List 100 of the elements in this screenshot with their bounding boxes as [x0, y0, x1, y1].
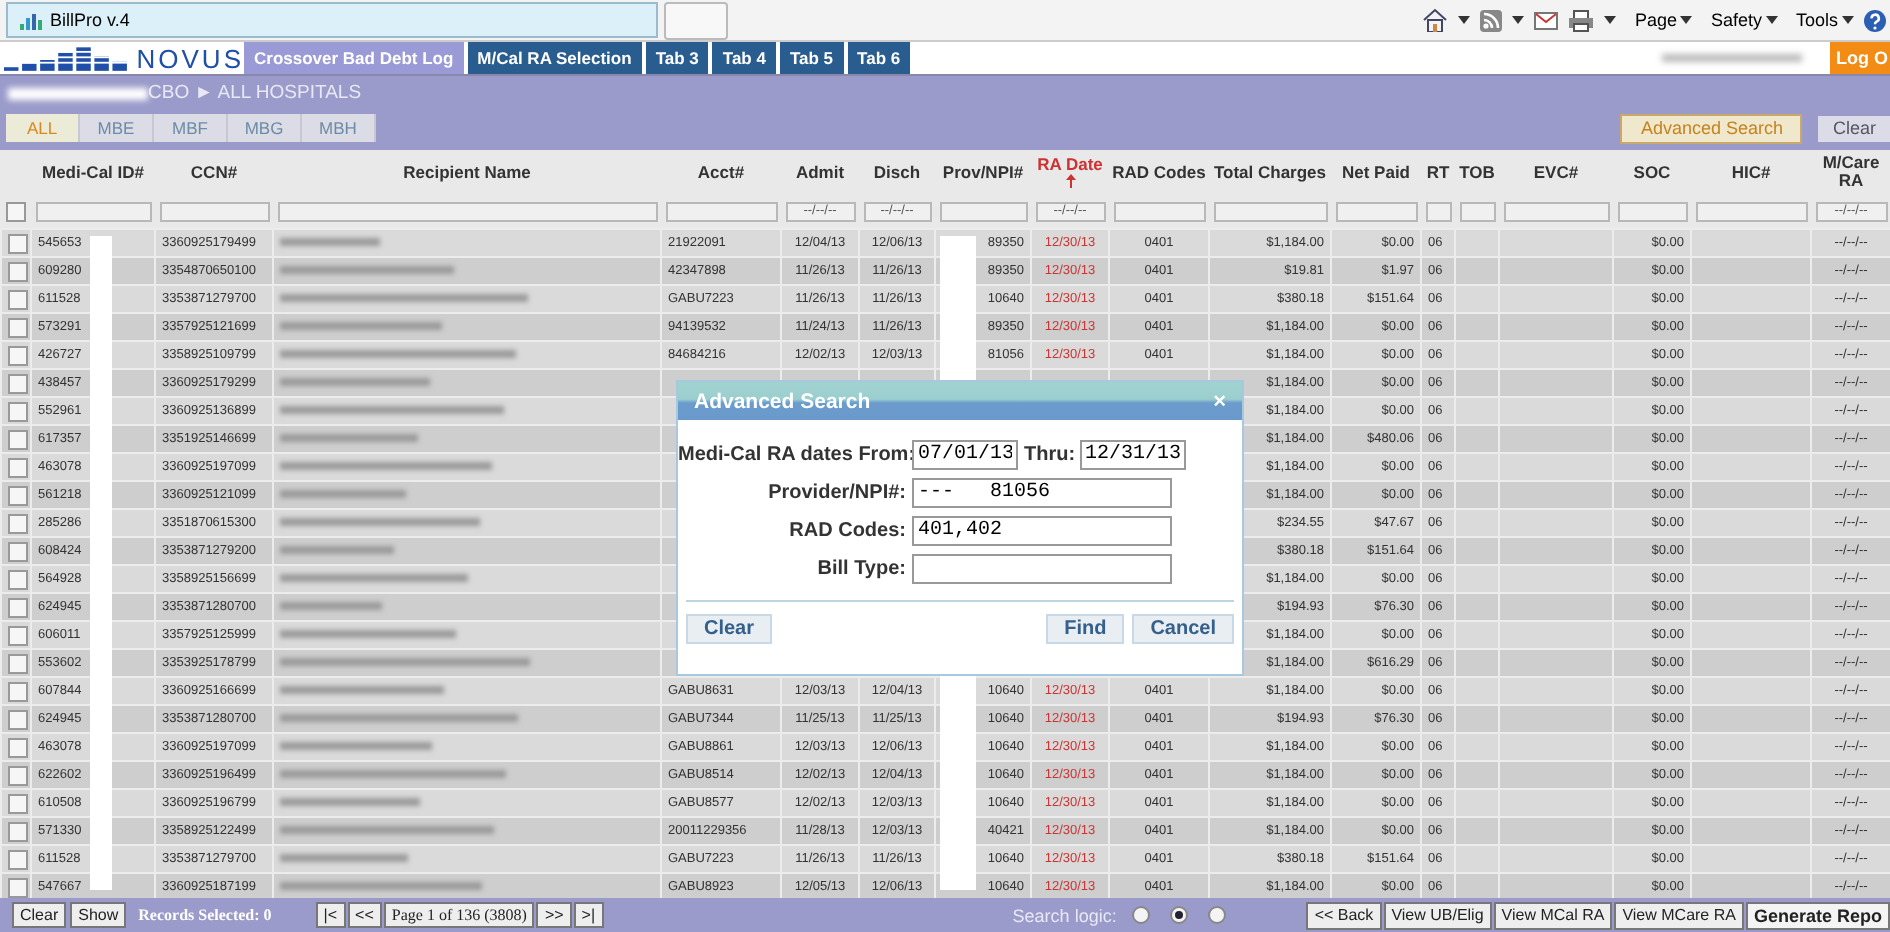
- caret-icon: [1842, 16, 1854, 24]
- column-header[interactable]: CCN#: [190, 163, 238, 181]
- column-header[interactable]: Net Paid: [1341, 163, 1410, 181]
- radio-button[interactable]: [1132, 906, 1151, 924]
- checkbox[interactable]: [8, 849, 28, 869]
- column-header[interactable]: EVC#: [1533, 163, 1579, 181]
- column-header[interactable]: Prov/NPI#: [942, 163, 1024, 181]
- pager-button[interactable]: >>: [536, 902, 572, 928]
- column-header[interactable]: Disch: [873, 163, 921, 181]
- blurred-text: [1662, 54, 1802, 62]
- radio-button[interactable]: [1208, 906, 1227, 924]
- tab[interactable]: Tab 4: [712, 42, 776, 74]
- checkbox[interactable]: [8, 513, 28, 533]
- feed-icon[interactable]: [1480, 9, 1503, 31]
- filter-field[interactable]: [1425, 201, 1451, 221]
- column-header[interactable]: Acct#: [697, 163, 745, 181]
- checkbox[interactable]: [8, 345, 28, 365]
- checkbox[interactable]: [8, 625, 28, 645]
- column-header[interactable]: M/Care RA: [1813, 154, 1889, 190]
- pager-button[interactable]: <<: [347, 902, 382, 928]
- home-icon[interactable]: [1422, 8, 1449, 32]
- filter-field[interactable]: [665, 201, 777, 221]
- filter-field[interactable]: [1113, 201, 1205, 221]
- filter-field[interactable]: [35, 201, 151, 221]
- tab[interactable]: Tab 5: [779, 42, 844, 74]
- button[interactable]: Clear: [12, 902, 67, 928]
- tab[interactable]: Tab 3: [645, 42, 709, 74]
- column-header[interactable]: Admit: [795, 163, 845, 181]
- dialog-button[interactable]: Find: [1046, 614, 1125, 644]
- filter-field[interactable]: [159, 201, 269, 221]
- checkbox[interactable]: [8, 233, 28, 253]
- button[interactable]: View MCal RA: [1493, 901, 1613, 929]
- checkbox[interactable]: [8, 317, 28, 337]
- button[interactable]: View UB/Elig: [1383, 901, 1492, 929]
- column-header[interactable]: TOB: [1459, 163, 1495, 181]
- filter-field[interactable]: [1459, 201, 1495, 221]
- column-header[interactable]: RA Date: [1037, 156, 1103, 174]
- checkbox[interactable]: [8, 429, 28, 449]
- checkbox[interactable]: [8, 401, 28, 421]
- checkbox[interactable]: [8, 597, 28, 617]
- browser-tab[interactable]: BillPro v.4: [6, 2, 658, 38]
- checkbox[interactable]: [8, 289, 28, 309]
- filter-field[interactable]: [1503, 201, 1609, 221]
- printer-icon[interactable]: [1568, 9, 1595, 31]
- pager-button[interactable]: >|: [573, 902, 604, 928]
- filter-field[interactable]: [939, 201, 1027, 221]
- checkbox[interactable]: [8, 373, 28, 393]
- input-field[interactable]: --- 81056: [912, 478, 1172, 508]
- checkbox[interactable]: [8, 877, 28, 897]
- caret-icon[interactable]: [1604, 16, 1617, 24]
- checkbox[interactable]: [8, 821, 28, 841]
- mail-icon[interactable]: [1534, 11, 1559, 29]
- filter-field[interactable]: [1213, 201, 1327, 221]
- field-label: Provider/NPI#:: [766, 482, 906, 504]
- column-header[interactable]: HIC#: [1731, 163, 1771, 181]
- column-header[interactable]: SOC: [1633, 163, 1671, 181]
- input-field[interactable]: [912, 554, 1172, 584]
- tab[interactable]: Tab 6: [847, 42, 911, 74]
- menu-button[interactable]: Safety: [1710, 10, 1778, 30]
- checkbox[interactable]: [8, 569, 28, 589]
- column-header[interactable]: RAD Codes: [1112, 163, 1206, 181]
- input-field[interactable]: 401,402: [912, 516, 1172, 546]
- checkbox[interactable]: [8, 737, 28, 757]
- checkbox[interactable]: [8, 793, 28, 813]
- radio-button[interactable]: [1170, 906, 1189, 924]
- checkbox[interactable]: [8, 765, 28, 785]
- new-tab-button[interactable]: [664, 1, 728, 39]
- tab[interactable]: M/Cal RA Selection: [467, 42, 642, 74]
- column-header[interactable]: Recipient Name: [403, 163, 531, 181]
- column-header[interactable]: Medi-Cal ID#: [41, 163, 144, 181]
- checkbox[interactable]: [8, 485, 28, 505]
- button[interactable]: Generate Repo: [1745, 901, 1890, 929]
- dialog-button[interactable]: Cancel: [1132, 614, 1234, 644]
- filter-field[interactable]: [277, 201, 657, 221]
- checkbox[interactable]: [8, 541, 28, 561]
- dialog-button[interactable]: Clear: [686, 614, 773, 644]
- filter-field[interactable]: [1695, 201, 1807, 221]
- input-field[interactable]: 12/31/13: [1079, 440, 1186, 470]
- sort-arrow-icon[interactable]: [1065, 174, 1075, 188]
- checkbox[interactable]: [8, 681, 28, 701]
- filter-field[interactable]: [1335, 201, 1417, 221]
- checkbox[interactable]: [8, 653, 28, 673]
- checkbox[interactable]: [8, 457, 28, 477]
- column-header[interactable]: Total Charges: [1213, 163, 1327, 181]
- checkbox[interactable]: [8, 709, 28, 729]
- menu-button[interactable]: Tools: [1795, 10, 1854, 30]
- clear-button[interactable]: Clear: [1818, 115, 1890, 141]
- button[interactable]: View MCare RA: [1614, 901, 1744, 929]
- caret-icon[interactable]: [1512, 16, 1525, 24]
- input-field[interactable]: 07/01/13: [912, 440, 1018, 470]
- checkbox[interactable]: [6, 201, 26, 221]
- checkbox[interactable]: [8, 261, 28, 281]
- filter-field[interactable]: [1617, 201, 1687, 221]
- column-header[interactable]: RT: [1426, 163, 1450, 181]
- caret-icon[interactable]: [1458, 16, 1471, 24]
- menu-button[interactable]: Page: [1634, 10, 1693, 30]
- help-icon[interactable]: [1864, 9, 1886, 31]
- pager-button[interactable]: |<: [315, 902, 346, 928]
- button[interactable]: << Back: [1306, 901, 1382, 929]
- button[interactable]: Show: [70, 902, 127, 928]
